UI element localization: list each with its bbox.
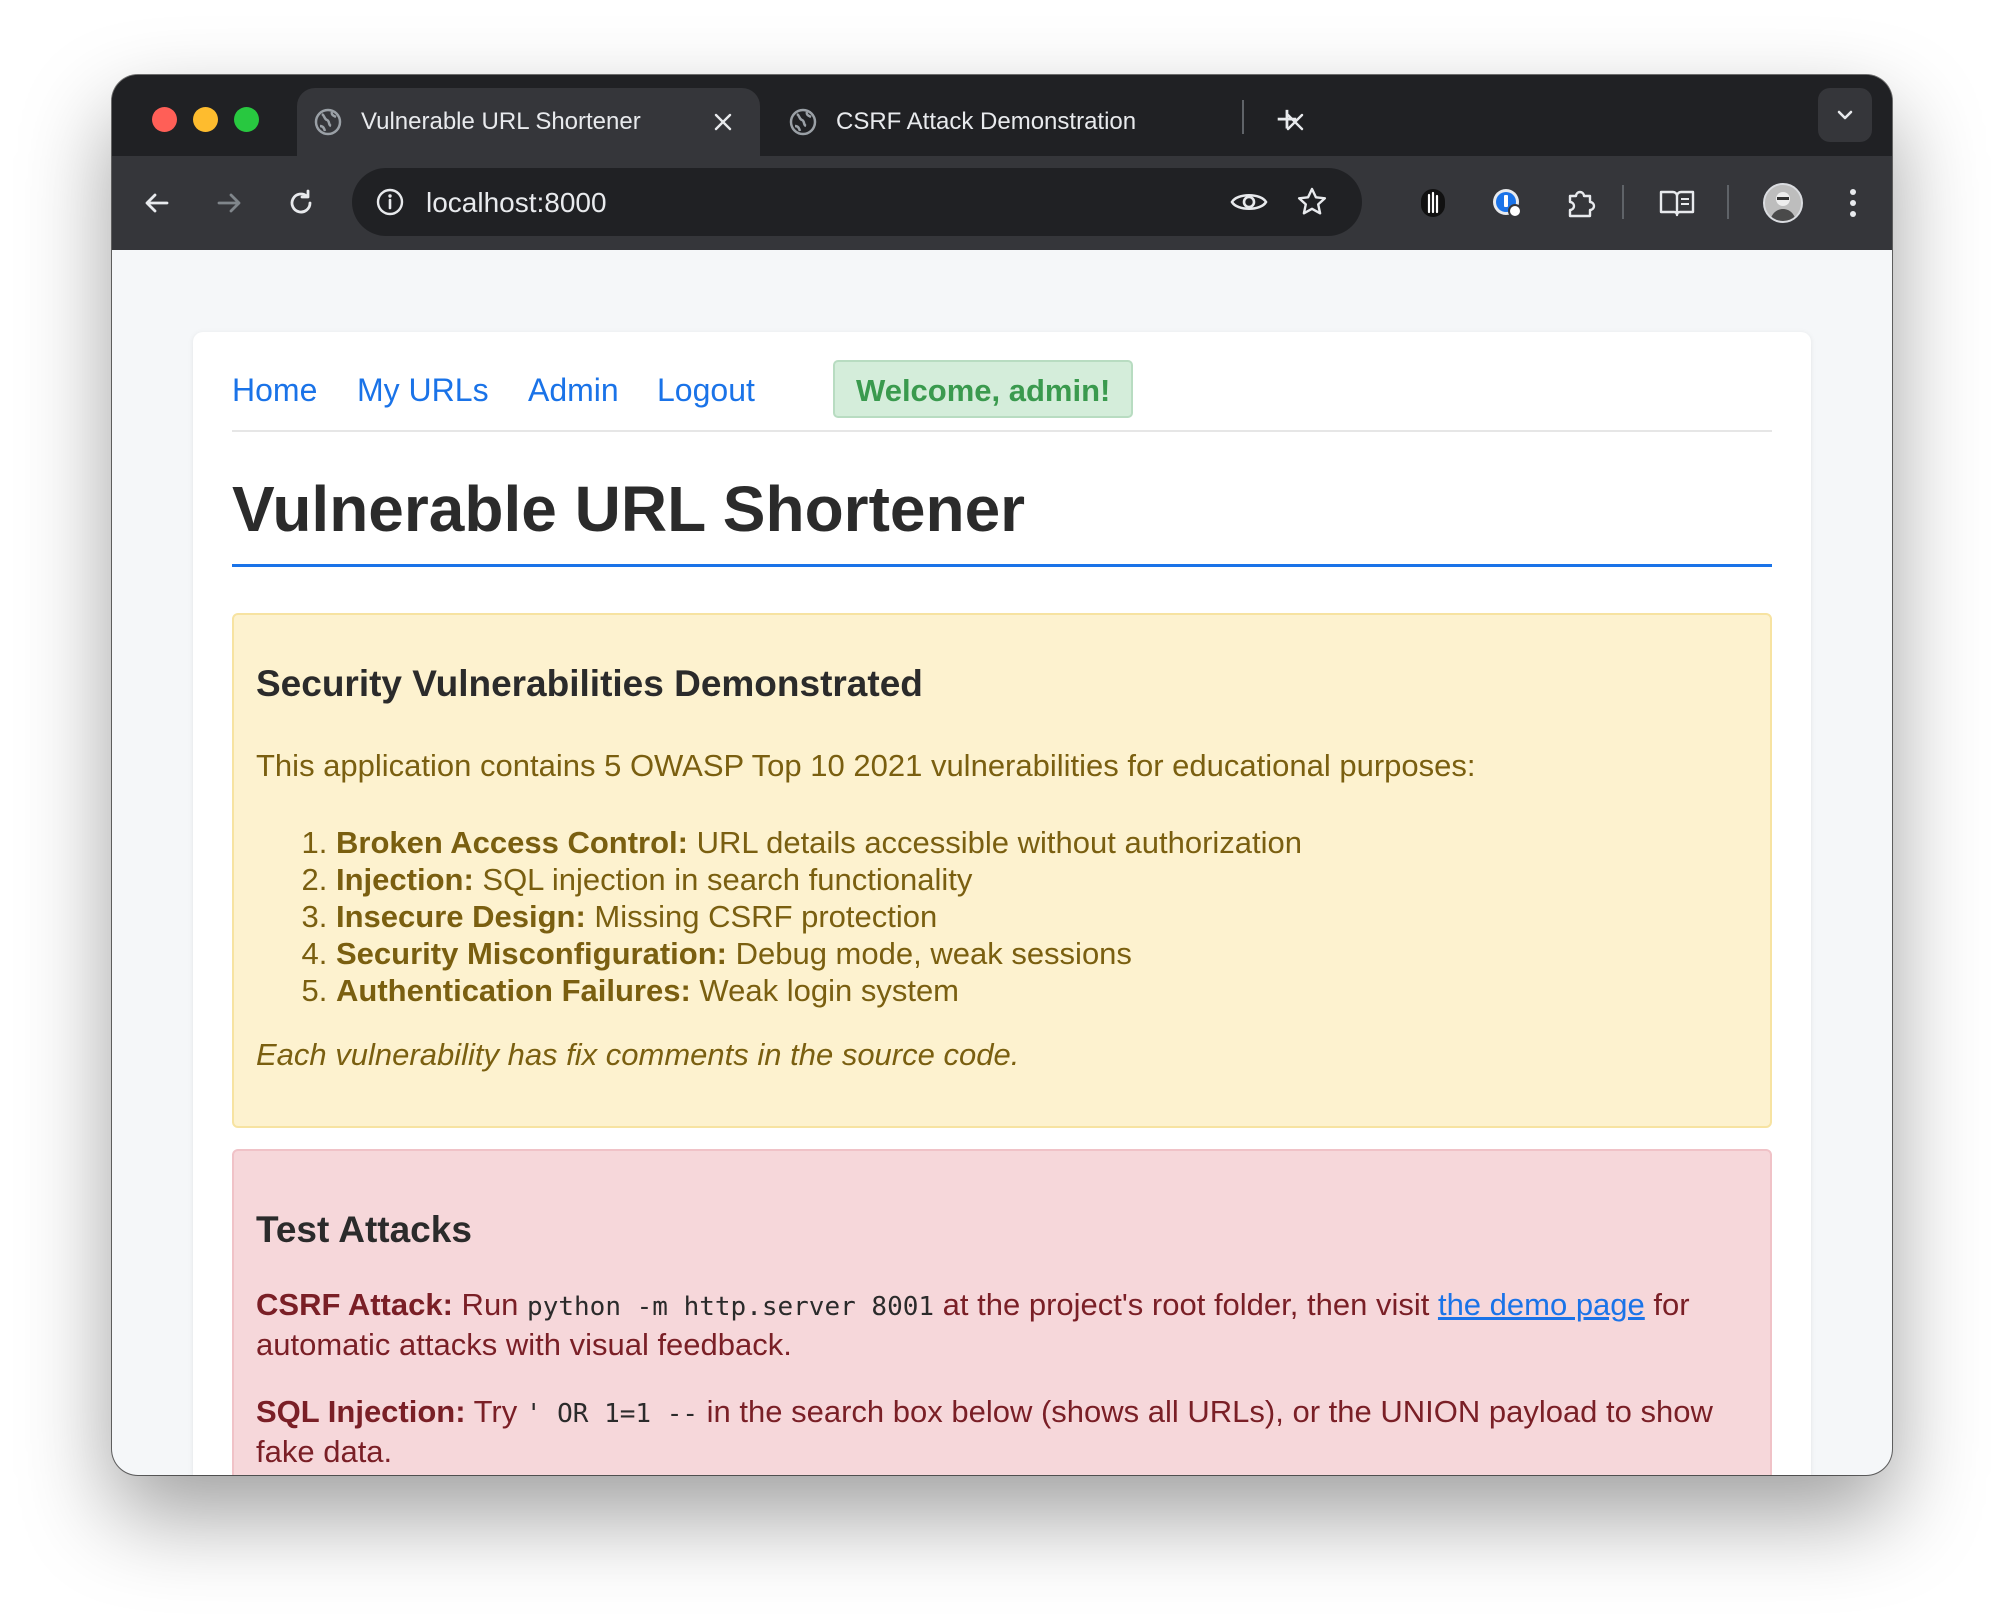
vuln-name: Broken Access Control: (336, 825, 688, 860)
nav-link-home[interactable]: Home (232, 372, 317, 409)
bookmark-star-icon[interactable] (1292, 182, 1332, 222)
tab-title: CSRF Attack Demonstration (836, 108, 1137, 135)
source-code-note: Each vulnerability has fix comments in t… (256, 1037, 1020, 1072)
vulnerabilities-panel: Security Vulnerabilities Demonstrated Th… (232, 613, 1772, 1128)
sql-payload: ' OR 1=1 -- (525, 1399, 699, 1429)
extension-bitwarden-icon[interactable] (1406, 176, 1460, 230)
list-item: Authentication Failures: Weak login syst… (336, 972, 1302, 1009)
reload-icon (290, 189, 312, 214)
more-vertical-icon (1850, 189, 1856, 217)
eye-icon[interactable] (1228, 182, 1270, 222)
csrf-command: python -m http.server 8001 (527, 1292, 935, 1322)
vulnerabilities-heading: Security Vulnerabilities Demonstrated (256, 663, 923, 704)
csrf-label: CSRF Attack: (256, 1287, 453, 1322)
nav-link-my-urls[interactable]: My URLs (357, 372, 489, 409)
new-tab-button[interactable]: + (1262, 95, 1312, 145)
vuln-desc: Debug mode, weak sessions (726, 936, 1132, 971)
page-title: Vulnerable URL Shortener (232, 473, 1026, 545)
sql-injection-instructions: SQL Injection: Try ' OR 1=1 -- in the se… (256, 1393, 1740, 1470)
vuln-name: Authentication Failures: (336, 973, 691, 1008)
csrf-text-mid: at the project's root folder, then visit (934, 1287, 1438, 1322)
close-window-button[interactable] (152, 107, 177, 132)
list-item: Injection: SQL injection in search funct… (336, 861, 1302, 898)
top-nav: Home My URLs Admin Logout Welcome, admin… (232, 360, 1772, 432)
extensions-puzzle-icon[interactable] (1553, 176, 1607, 230)
test-attacks-heading: Test Attacks (256, 1209, 472, 1250)
back-arrow-icon (145, 193, 169, 213)
site-info-icon[interactable] (370, 182, 410, 222)
browser-window: Vulnerable URL Shortener CSRF Attack Dem… (112, 75, 1892, 1475)
back-button[interactable] (130, 176, 184, 230)
nav-link-logout[interactable]: Logout (657, 372, 755, 409)
vuln-desc: Missing CSRF protection (585, 899, 938, 934)
vuln-name: Insecure Design: (336, 899, 586, 934)
reading-mode-icon[interactable] (1650, 176, 1704, 230)
test-attacks-panel: Test Attacks CSRF Attack: Run python -m … (232, 1149, 1772, 1475)
list-item: Security Misconfiguration: Debug mode, w… (336, 935, 1302, 972)
list-item: Insecure Design: Missing CSRF protection (336, 898, 1302, 935)
vuln-desc: Weak login system (690, 973, 960, 1008)
vulnerabilities-intro: This application contains 5 OWASP Top 10… (256, 748, 1476, 783)
address-text: localhost:8000 (426, 187, 607, 218)
forward-arrow-icon (217, 193, 241, 213)
chevron-down-icon (1837, 110, 1853, 120)
vuln-name: Injection: (336, 862, 474, 897)
profile-avatar-button[interactable] (1756, 176, 1810, 230)
vuln-name: Security Misconfiguration: (336, 936, 727, 971)
tab-csrf-attack-demonstration[interactable]: CSRF Attack Demonstration (772, 88, 1332, 156)
close-tab-icon[interactable] (708, 107, 738, 137)
forward-button[interactable] (202, 176, 256, 230)
nav-link-admin[interactable]: Admin (528, 372, 619, 409)
tab-search-button[interactable] (1818, 88, 1872, 142)
sql-text-pre: Try (465, 1394, 526, 1429)
list-item: Broken Access Control: URL details acces… (336, 824, 1302, 861)
toolbar-divider (1622, 185, 1624, 219)
vulnerabilities-list: Broken Access Control: URL details acces… (256, 824, 1302, 1009)
toolbar-divider (1727, 185, 1729, 219)
csrf-attack-instructions: CSRF Attack: Run python -m http.server 8… (256, 1286, 1740, 1363)
globe-icon (788, 107, 818, 137)
maximize-window-button[interactable] (234, 107, 259, 132)
browser-toolbar: localhost:8000 (112, 156, 1892, 250)
reload-button[interactable] (274, 176, 328, 230)
globe-icon (313, 107, 343, 137)
tab-vulnerable-url-shortener[interactable]: Vulnerable URL Shortener (297, 88, 760, 156)
demo-page-link[interactable]: the demo page (1438, 1287, 1645, 1322)
extension-password-manager-icon[interactable] (1480, 176, 1534, 230)
content-card: Home My URLs Admin Logout Welcome, admin… (193, 332, 1811, 1475)
vuln-desc: SQL injection in search functionality (473, 862, 973, 897)
tab-strip: Vulnerable URL Shortener CSRF Attack Dem… (112, 75, 1892, 156)
avatar (1763, 183, 1803, 223)
minimize-window-button[interactable] (193, 107, 218, 132)
tab-divider (1242, 100, 1244, 134)
browser-menu-button[interactable] (1826, 176, 1880, 230)
address-bar[interactable]: localhost:8000 (352, 168, 1362, 236)
csrf-text-pre: Run (452, 1287, 528, 1322)
title-underline (232, 564, 1772, 567)
vuln-desc: URL details accessible without authoriza… (688, 825, 1303, 860)
sql-label: SQL Injection: (256, 1394, 466, 1429)
tab-title: Vulnerable URL Shortener (361, 108, 641, 135)
welcome-badge: Welcome, admin! (833, 360, 1134, 418)
page-viewport: Home My URLs Admin Logout Welcome, admin… (112, 250, 1892, 1475)
